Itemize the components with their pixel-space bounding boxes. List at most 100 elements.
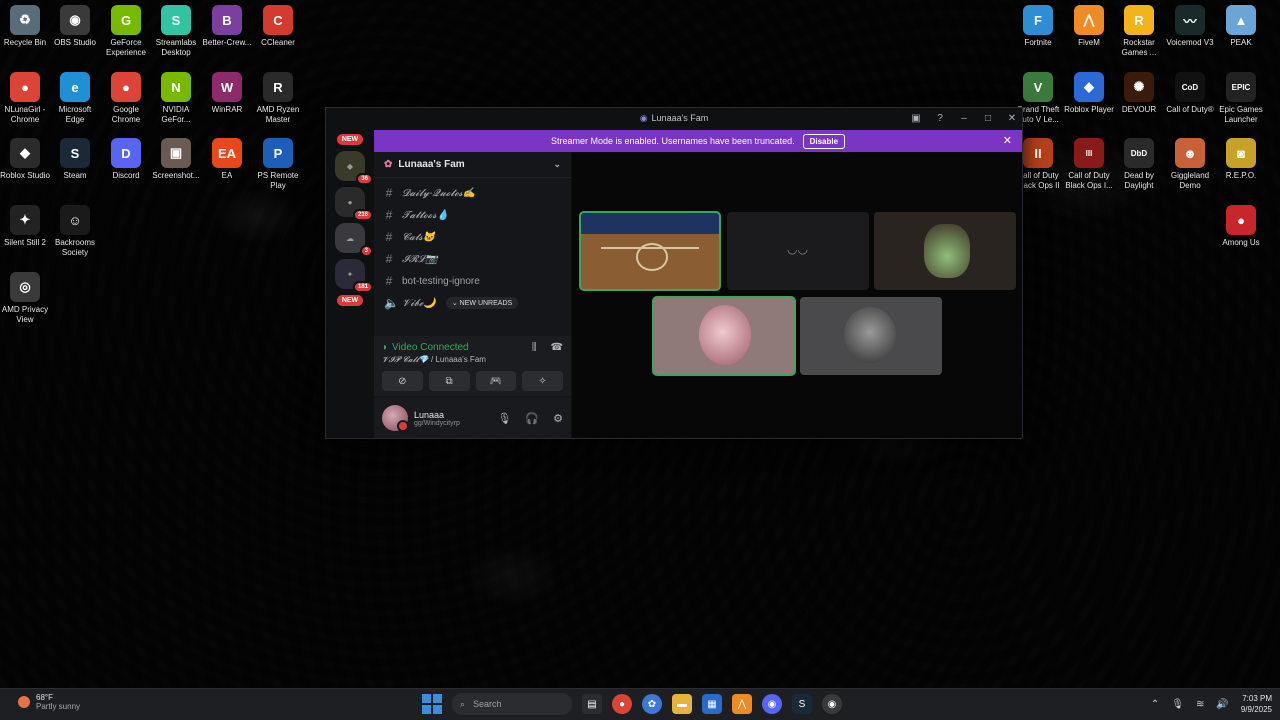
desktop-shortcut[interactable]: G GeForce Experience [101,5,151,58]
inbox-icon[interactable]: ▣ [910,113,922,124]
camera-off-button[interactable]: ⊘ [382,371,423,391]
copilot-taskbar-icon[interactable]: ✿ [642,694,662,714]
microphone-icon[interactable]: 🎙 [497,412,511,425]
desktop-shortcut[interactable]: ◙ R.E.P.O. [1216,138,1266,181]
video-tile-participant[interactable] [652,296,796,376]
desktop-shortcut-label: Google Chrome [111,105,141,124]
desktop-shortcut[interactable]: ☻ Giggleland Demo [1165,138,1215,191]
noise-suppression-icon[interactable]: ⫼ [532,342,537,353]
desktop-shortcut[interactable]: W WinRAR [202,72,252,115]
new-badge[interactable]: NEW [336,295,364,306]
disconnect-icon[interactable]: ☎ [551,342,563,353]
video-tile-participant[interactable] [800,297,942,375]
desktop-shortcut[interactable]: EA EA [202,138,252,181]
channel-irl[interactable]: # 𝓘𝓡𝓛📷 [374,248,571,270]
desktop-shortcut[interactable]: EPIC Epic Games Launcher [1216,72,1266,125]
desktop-shortcut[interactable]: C CCleaner [253,5,303,48]
volume-icon[interactable]: 🔊 [1216,699,1228,710]
desktop-shortcut[interactable]: ♻ Recycle Bin [0,5,50,48]
desktop-shortcut[interactable]: P PS Remote Play [253,138,303,191]
start-button[interactable] [422,694,442,714]
desktop-shortcut[interactable]: ● Google Chrome [101,72,151,125]
clock[interactable]: 7:03 PM 9/9/2025 [1241,693,1272,715]
desktop-shortcut[interactable]: ● NLunaGirl - Chrome [0,72,50,125]
desktop-shortcut[interactable]: ◉ OBS Studio [50,5,100,48]
screen-share-button[interactable]: ⧉ [428,371,470,391]
file-explorer-icon[interactable]: ▬ [672,694,692,714]
desktop-shortcut[interactable]: R AMD Ryzen Master [253,72,303,125]
video-tile-participant[interactable] [874,212,1016,290]
voice-channel-name[interactable]: 𝓥𝓘𝓟 𝓒𝓪𝓵𝓵💎 [382,355,429,364]
desktop-shortcut[interactable]: ● Among Us [1216,205,1266,248]
weather-widget[interactable]: 68°F Partly sunny [18,693,80,711]
discord-window[interactable]: ◉ Lunaaa's Fam ▣ ? – □ ✕ NEW ◆ 36 ● 216 ☁ 3… [325,107,1023,439]
microphone-tray-icon[interactable]: 🎙 [1171,699,1184,710]
desktop-shortcut[interactable]: F Fortnite [1013,5,1063,48]
close-icon[interactable]: ✕ [1003,134,1012,147]
desktop-shortcut[interactable]: R Rockstar Games ... [1114,5,1164,58]
taskbar-search[interactable]: ⌕ Search [452,693,572,715]
desktop-shortcut[interactable]: D Discord [101,138,151,181]
chrome-taskbar-icon[interactable]: ● [612,694,632,714]
hash-icon: # [385,230,393,244]
avatar[interactable] [382,405,409,432]
desktop-shortcut[interactable]: N NVIDIA GeFor... [151,72,201,125]
server-icon[interactable]: ☁ 3 [335,223,373,257]
discord-taskbar-icon[interactable]: ◉ [762,694,782,714]
desktop-shortcut[interactable]: ◎ AMD Privacy View [0,272,50,325]
new-unreads-pill[interactable]: ⌄ NEW UNREADS [445,297,519,309]
steam-taskbar-icon[interactable]: S [792,694,812,714]
desktop-shortcut[interactable]: CoD Call of Duty® [1165,72,1215,115]
search-placeholder: Search [473,699,502,709]
close-button[interactable]: ✕ [1006,113,1018,124]
hash-icon: # [385,208,393,222]
fivem-taskbar-icon[interactable]: ⋀ [732,694,752,714]
soundboard-button[interactable]: ✧ [522,371,563,391]
minimize-button[interactable]: – [958,113,970,124]
desktop-shortcut[interactable]: ▲ PEAK [1216,5,1266,48]
wifi-icon[interactable]: ≋ [1196,699,1204,710]
disable-button[interactable]: Disable [802,133,846,149]
channel-tattoos[interactable]: # 𝓣𝓪𝓽𝓽𝓸𝓸𝓼💧 [374,204,571,226]
video-tile-participant[interactable]: ◡◡ [727,212,869,290]
server-icon[interactable]: ✦ 181 [335,259,373,293]
chevron-up-icon[interactable]: ⌃ [1151,699,1159,710]
ryzen-icon: R [263,72,293,102]
desktop-shortcut[interactable]: S Steam [50,138,100,181]
video-tile-stream[interactable] [579,211,721,291]
server-icon[interactable]: ● 216 [335,187,373,221]
chevron-down-icon[interactable]: ⌄ [553,159,561,170]
settings-gear-icon[interactable]: ⚙ [553,412,563,425]
desktop-shortcut[interactable]: ◆ Roblox Studio [0,138,50,181]
store-icon[interactable]: ▦ [702,694,722,714]
new-badge[interactable]: NEW [336,134,364,145]
help-icon[interactable]: ? [934,113,946,124]
channel-vibe[interactable]: 🔈 𝓥𝓲𝓫𝓮🌙 ⌄ NEW UNREADS [374,292,571,314]
desktop-shortcut[interactable]: ◆ Roblox Player [1064,72,1114,115]
desktop-shortcut[interactable]: ⋀ FiveM [1064,5,1114,48]
desktop-shortcut[interactable]: 〰 Voicemod V3 [1165,5,1215,48]
server-icon[interactable]: ◆ 36 [335,151,373,185]
channel-bot-testing[interactable]: # bot-testing-ignore [374,270,571,292]
desktop-shortcut[interactable]: B Better-Crew... [202,5,252,48]
desktop-shortcut[interactable]: e Microsoft Edge [50,72,100,125]
title-bar[interactable]: ◉ Lunaaa's Fam ▣ ? – □ ✕ [326,108,1022,128]
desktop-shortcut-label: Voicemod V3 [1166,38,1214,47]
activity-button[interactable]: 🎮 [475,371,517,391]
voice-status[interactable]: Video Connected [392,342,469,353]
task-view-icon[interactable]: ▤ [582,694,602,714]
server-header[interactable]: ✿ Lunaaa's Fam ⌄ [374,152,571,178]
desktop-shortcut[interactable]: S Streamlabs Desktop [151,5,201,58]
desktop-shortcut[interactable]: ✦ Silent Still 2 [0,205,50,248]
channel-cats[interactable]: # 𝓒𝓪𝓽𝓼🐱 [374,226,571,248]
desktop-shortcut[interactable]: DbD Dead by Daylight [1114,138,1164,191]
channel-daily-quotes[interactable]: # 𝓓𝓪𝓲𝓵𝔂-𝓠𝓾𝓸𝓽𝓮𝓼✍️ [374,182,571,204]
desktop-shortcut-label: Streamlabs Desktop [155,38,197,57]
maximize-button[interactable]: □ [982,113,994,124]
desktop-shortcut[interactable]: ☺ Backrooms Society [50,205,100,258]
desktop-shortcut[interactable]: ▣ Screenshot... [151,138,201,181]
desktop-shortcut[interactable]: ✺ DEVOUR [1114,72,1164,115]
obs-taskbar-icon[interactable]: ◉ [822,694,842,714]
desktop-shortcut[interactable]: III Call of Duty Black Ops I... [1064,138,1114,191]
headphones-icon[interactable]: 🎧 [525,412,539,425]
